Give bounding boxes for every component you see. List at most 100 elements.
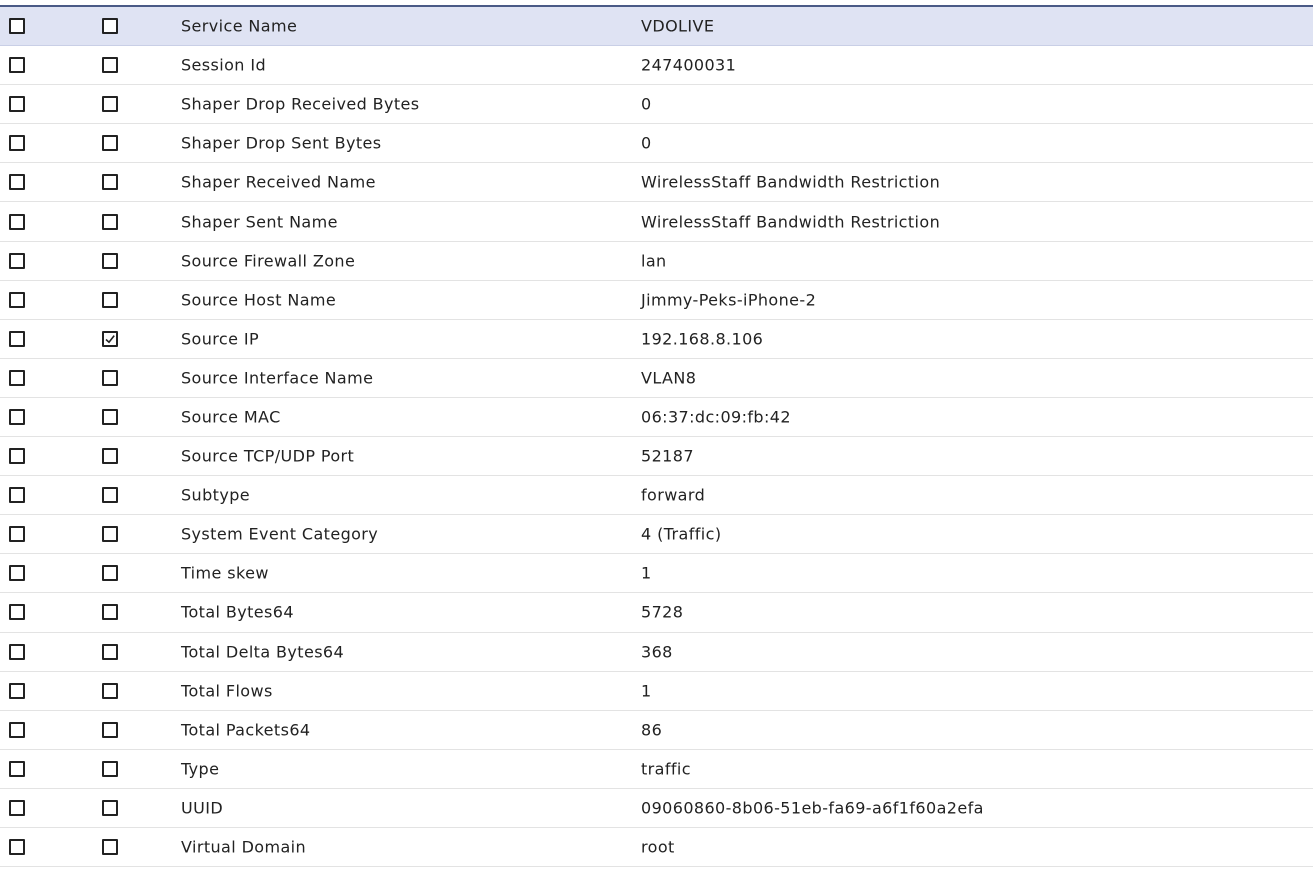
column-display-checkbox[interactable]: [102, 487, 118, 504]
field-value: 1: [641, 563, 652, 583]
column-display-checkbox[interactable]: [102, 643, 118, 660]
field-value: WirelessStaff Bandwidth Restriction: [641, 212, 941, 232]
field-value: 247400031: [641, 55, 737, 75]
field-name: Shaper Drop Sent Bytes: [181, 133, 382, 153]
table-row: Source Interface Name VLAN8: [0, 359, 1313, 398]
column-display-checkbox[interactable]: [102, 448, 118, 465]
table-row: Total Packets64 86: [0, 711, 1313, 750]
column-display-checkbox[interactable]: [102, 839, 118, 856]
field-value: 4 (Traffic): [641, 524, 722, 544]
row-select-checkbox[interactable]: [9, 448, 25, 465]
table-row: UUID 09060860-8b06-51eb-fa69-a6f1f60a2efa: [0, 789, 1313, 828]
row-select-checkbox[interactable]: [9, 135, 25, 152]
field-value: traffic: [641, 759, 691, 779]
column-display-checkbox[interactable]: [102, 799, 118, 816]
row-select-checkbox[interactable]: [9, 330, 25, 347]
field-name: Time skew: [181, 563, 269, 583]
table-row: Source MAC 06:37:dc:09:fb:42: [0, 398, 1313, 438]
table-row: Shaper Drop Received Bytes 0: [0, 85, 1313, 125]
field-name: System Event Category: [181, 524, 379, 544]
row-select-checkbox[interactable]: [9, 682, 25, 699]
field-value: 86: [641, 720, 663, 740]
row-select-checkbox[interactable]: [9, 760, 25, 777]
table-row: Total Bytes64 5728: [0, 593, 1313, 633]
row-select-checkbox[interactable]: [9, 291, 25, 308]
row-select-checkbox[interactable]: [9, 839, 25, 856]
row-select-checkbox[interactable]: [9, 213, 25, 230]
field-value: 09060860-8b06-51eb-fa69-a6f1f60a2efa: [641, 798, 984, 818]
field-name: Source MAC: [181, 407, 281, 427]
column-display-checkbox[interactable]: [102, 721, 118, 738]
row-select-checkbox[interactable]: [9, 799, 25, 816]
table-row: Source TCP/UDP Port 52187: [0, 437, 1313, 477]
column-display-checkbox[interactable]: [102, 18, 118, 35]
column-display-checkbox[interactable]: [102, 330, 118, 347]
field-value: 368: [641, 642, 673, 662]
row-select-checkbox[interactable]: [9, 174, 25, 191]
table-row: Source Firewall Zone lan: [0, 242, 1313, 281]
row-select-checkbox[interactable]: [9, 487, 25, 504]
row-select-checkbox[interactable]: [9, 721, 25, 738]
column-display-checkbox[interactable]: [102, 252, 118, 269]
row-select-checkbox[interactable]: [9, 408, 25, 425]
column-display-checkbox[interactable]: [102, 565, 118, 582]
log-field-table: Service Name VDOLIVE Session Id 247400031 …: [0, 7, 1313, 868]
table-row: Service Name VDOLIVE: [0, 7, 1313, 47]
field-name: Shaper Drop Received Bytes: [181, 94, 420, 114]
field-value: 5728: [641, 602, 684, 622]
row-select-checkbox[interactable]: [9, 18, 25, 35]
table-row: Shaper Drop Sent Bytes 0: [0, 124, 1313, 164]
row-select-checkbox[interactable]: [9, 252, 25, 269]
table-row: System Event Category 4 (Traffic): [0, 515, 1313, 555]
table-row: Subtype forward: [0, 476, 1313, 516]
row-select-checkbox[interactable]: [9, 57, 25, 74]
field-name: Total Delta Bytes64: [181, 642, 345, 662]
field-name: Session Id: [181, 55, 267, 75]
field-value: 06:37:dc:09:fb:42: [641, 407, 791, 427]
field-value: 192.168.8.106: [641, 329, 764, 349]
column-display-checkbox[interactable]: [102, 213, 118, 230]
field-value: lan: [641, 251, 667, 271]
field-name: Source Interface Name: [181, 368, 374, 388]
column-display-checkbox[interactable]: [102, 174, 118, 191]
column-display-checkbox[interactable]: [102, 760, 118, 777]
row-select-checkbox[interactable]: [9, 604, 25, 621]
column-display-checkbox[interactable]: [102, 57, 118, 74]
field-name: Total Bytes64: [181, 602, 294, 622]
field-name: Source IP: [181, 329, 260, 349]
field-value: WirelessStaff Bandwidth Restriction: [641, 172, 941, 192]
checkmark-icon: [105, 334, 115, 344]
table-row: Total Delta Bytes64 368: [0, 633, 1313, 672]
column-display-checkbox[interactable]: [102, 96, 118, 113]
field-value: VLAN8: [641, 368, 697, 388]
column-display-checkbox[interactable]: [102, 604, 118, 621]
table-row: Type traffic: [0, 750, 1313, 789]
table-row: Virtual Domain root: [0, 828, 1313, 868]
row-select-checkbox[interactable]: [9, 96, 25, 113]
column-display-checkbox[interactable]: [102, 135, 118, 152]
column-display-checkbox[interactable]: [102, 682, 118, 699]
row-select-checkbox[interactable]: [9, 526, 25, 543]
row-select-checkbox[interactable]: [9, 643, 25, 660]
row-select-checkbox[interactable]: [9, 369, 25, 386]
field-name: Source Firewall Zone: [181, 251, 356, 271]
field-value: forward: [641, 485, 706, 505]
field-name: Source Host Name: [181, 290, 337, 310]
field-value: 52187: [641, 446, 694, 466]
column-display-checkbox[interactable]: [102, 408, 118, 425]
table-row: Total Flows 1: [0, 672, 1313, 711]
field-name: UUID: [181, 798, 224, 818]
table-row: Source Host Name Jimmy-Peks-iPhone-2: [0, 281, 1313, 320]
table-row: Shaper Sent Name WirelessStaff Bandwidth …: [0, 202, 1313, 242]
row-select-checkbox[interactable]: [9, 565, 25, 582]
field-name: Subtype: [181, 485, 250, 505]
field-value: 0: [641, 94, 652, 114]
column-display-checkbox[interactable]: [102, 526, 118, 543]
table-row: Shaper Received Name WirelessStaff Bandwi…: [0, 163, 1313, 203]
table-row: Time skew 1: [0, 554, 1313, 594]
column-display-checkbox[interactable]: [102, 369, 118, 386]
field-name: Total Flows: [181, 681, 273, 701]
column-display-checkbox[interactable]: [102, 291, 118, 308]
field-value: 1: [641, 681, 652, 701]
field-name: Virtual Domain: [181, 837, 307, 857]
